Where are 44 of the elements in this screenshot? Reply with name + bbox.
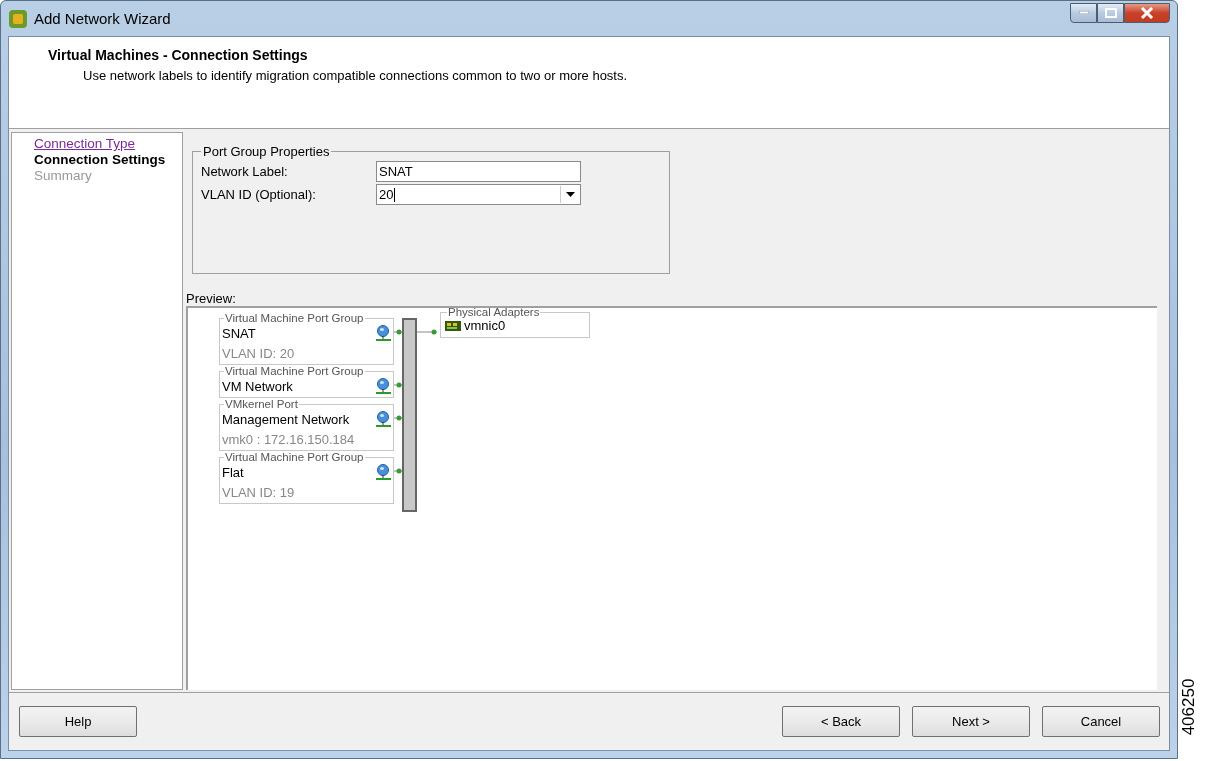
network-globe-icon xyxy=(376,378,391,394)
page-description: Use network labels to identify migration compatible connections common to two or more hosts. xyxy=(82,68,629,83)
wizard-button[interactable]: Cancel xyxy=(1042,706,1160,737)
maximize-icon xyxy=(1104,7,1117,18)
minimize-icon xyxy=(1078,11,1089,14)
dropdown-arrow-icon xyxy=(566,192,575,197)
port-group-type: VMkernel Port xyxy=(224,398,299,410)
adapter-name: vmnic0 xyxy=(464,318,506,333)
input-field[interactable]: SNAT xyxy=(376,161,581,182)
network-card-icon xyxy=(445,319,461,332)
connector-line xyxy=(417,329,437,335)
field-label: VLAN ID (Optional): xyxy=(201,187,317,202)
port-group-name: Management Network xyxy=(222,411,350,427)
network-globe-icon xyxy=(376,411,391,427)
port-group-detail: VLAN ID: 20 xyxy=(222,346,296,362)
network-globe-icon xyxy=(376,325,391,341)
minimize-button[interactable] xyxy=(1070,2,1097,23)
window-title: Add Network Wizard xyxy=(34,10,172,27)
port-group-name: VM Network xyxy=(222,378,293,394)
port-group-detail: vmk0 : 172.16.150.184 xyxy=(222,432,356,448)
wizard-button[interactable]: Next > xyxy=(912,706,1030,737)
wizard-step: Connection Settings xyxy=(34,152,182,168)
port-group-type: Virtual Machine Port Group xyxy=(224,312,365,324)
wizard-step: Summary xyxy=(34,168,182,184)
panel-legend: Port Group Properties xyxy=(201,144,332,159)
app-logo-icon xyxy=(8,8,28,29)
close-icon xyxy=(1140,6,1154,19)
wizard-button[interactable]: < Back xyxy=(782,706,900,737)
preview-label: Preview: xyxy=(186,291,237,306)
page-heading: Virtual Machines - Connection Settings xyxy=(48,47,309,63)
port-group-name: SNAT xyxy=(222,325,256,341)
port-group-type: Virtual Machine Port Group xyxy=(224,365,365,377)
wizard-step[interactable]: Connection Type xyxy=(34,136,182,152)
figure-number: 406250 xyxy=(1179,678,1199,736)
help-button[interactable]: Help xyxy=(19,706,137,737)
close-button[interactable] xyxy=(1124,2,1170,23)
adapters-legend: Physical Adapters xyxy=(447,306,541,318)
field-label: Network Label: xyxy=(201,164,289,179)
port-group-detail: VLAN ID: 19 xyxy=(222,485,296,501)
network-globe-icon xyxy=(376,464,391,480)
vlan-combo-box[interactable]: 20 xyxy=(376,184,581,205)
port-group-name: Flat xyxy=(222,464,244,480)
port-group-type: Virtual Machine Port Group xyxy=(224,451,365,463)
maximize-button[interactable] xyxy=(1097,2,1124,23)
